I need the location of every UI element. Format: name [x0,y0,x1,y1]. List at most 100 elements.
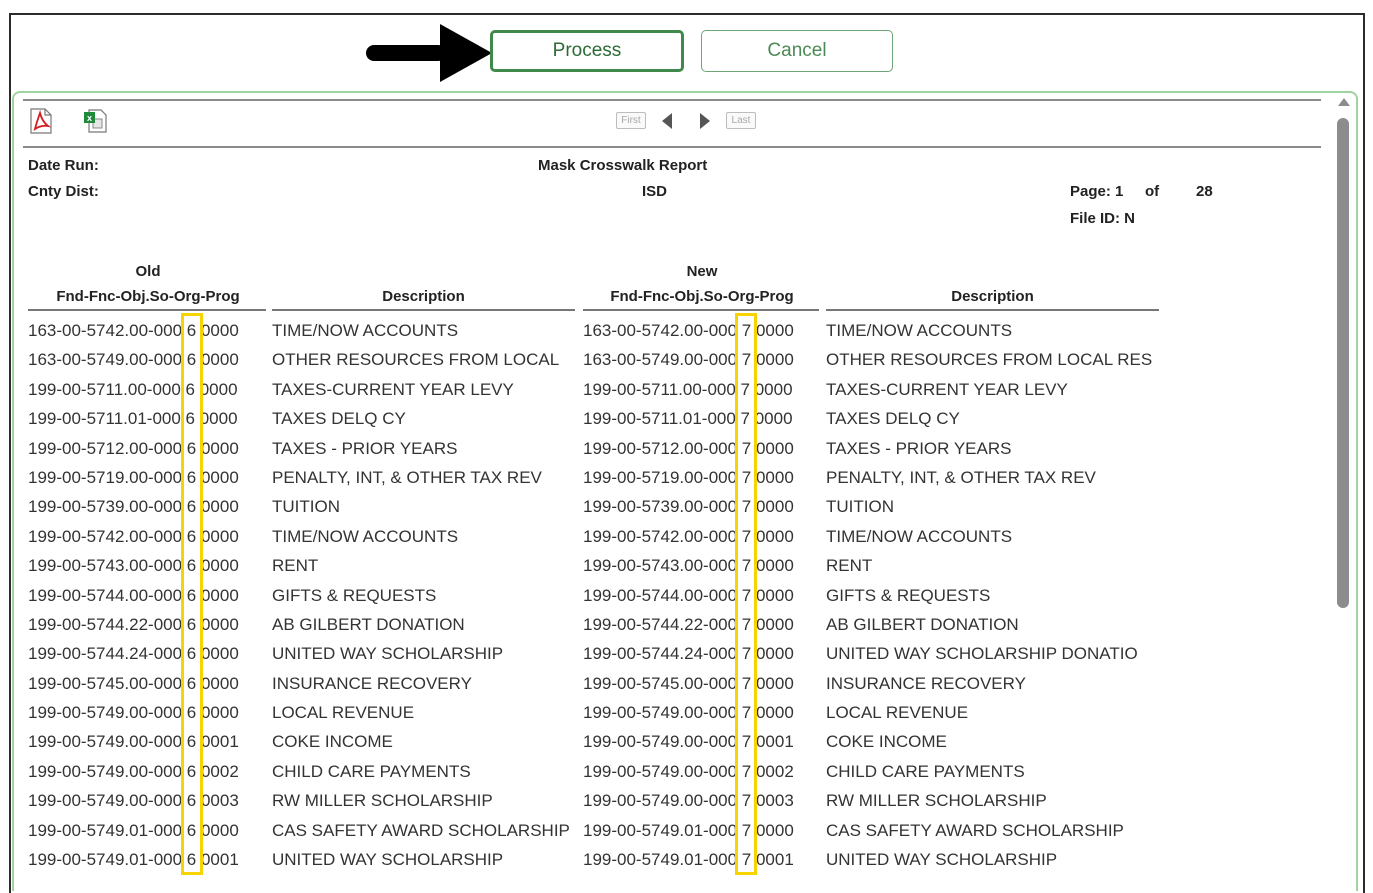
new-account-cell: 199-00-5739.00-000 7 0000 [583,497,794,517]
new-description-cell: TIME/NOW ACCOUNTS [826,526,1013,546]
old-account-cell: 199-00-5739.00-000 6 0000 [28,497,239,517]
old-description-cell: AB GILBERT DONATION [272,614,465,634]
new-description-cell: TAXES-CURRENT YEAR LEVY [826,379,1068,399]
col-old-underline [28,309,266,311]
old-description-cell: CAS SAFETY AWARD SCHOLARSHIP [272,820,570,840]
old-description-cell: RENT [272,556,319,576]
new-account-cell: 163-00-5749.00-000 7 0000 [583,350,794,370]
new-description-cell: UNITED WAY SCHOLARSHIP [826,850,1058,870]
old-account-cell: 199-00-5711.00-000 6 0000 [28,379,238,399]
old-account-cell: 199-00-5743.00-000 6 0000 [28,556,239,576]
report-title: Mask Crosswalk Report [538,157,708,174]
excel-icon[interactable]: x [82,108,108,134]
scrollbar-thumb[interactable] [1337,118,1349,608]
new-description-cell: TUITION [826,497,894,517]
pointer-arrow-icon [366,24,492,82]
old-description-cell: TUITION [272,497,340,517]
old-description-cell: PENALTY, INT, & OTHER TAX REV [272,467,542,487]
old-description-cell: TIME/NOW ACCOUNTS [272,321,459,340]
new-description-cell: OTHER RESOURCES FROM LOCAL RES [826,350,1153,370]
new-account-cell: 199-00-5712.00-000 7 0000 [583,438,794,458]
old-account-cell: 199-00-5744.22-000 6 0000 [28,614,239,634]
old-account-cell: 163-00-5749.00-000 6 0000 [28,350,239,370]
new-description-cell: TAXES DELQ CY [826,409,960,429]
old-account-cell: 199-00-5749.00-000 6 0000 [28,703,239,723]
new-account-cell: 199-00-5745.00-000 7 0000 [583,673,794,693]
new-account-cell: 199-00-5743.00-000 7 0000 [583,556,794,576]
new-account-cell: 163-00-5742.00-000 7 0000 [583,321,794,340]
new-account-cell: 199-00-5744.22-000 7 0000 [583,614,794,634]
old-account-cell: 199-00-5749.00-000 6 0001 [28,732,239,752]
old-account-cell: 199-00-5711.01-000 6 0000 [28,409,238,429]
new-mask-digit-highlight [735,313,757,875]
old-description-cell: UNITED WAY SCHOLARSHIP [272,644,504,664]
col-desc2-underline [826,309,1159,311]
col-new-header: Fnd-Fnc-Obj.So-Org-Prog [610,288,794,305]
old-account-cell: 199-00-5749.00-000 6 0002 [28,761,239,781]
new-description-cell: CAS SAFETY AWARD SCHOLARSHIP [826,820,1124,840]
new-description-cell: LOCAL REVENUE [826,703,969,723]
date-run-label: Date Run: [28,157,99,174]
old-description-cell: TAXES DELQ CY [272,409,406,429]
first-page-button[interactable]: First [616,112,646,129]
old-description-cell: COKE INCOME [272,732,393,752]
cnty-dist-label: Cnty Dist: [28,183,99,200]
cancel-button[interactable]: Cancel [701,30,893,72]
old-description-cell: TIME/NOW ACCOUNTS [272,526,459,546]
col-new-top: New [686,263,718,280]
old-account-cell: 163-00-5742.00-000 6 0000 [28,321,239,340]
new-description-cell: RW MILLER SCHOLARSHIP [826,791,1047,811]
col-desc1-underline [272,309,575,311]
col-old-header: Fnd-Fnc-Obj.So-Org-Prog [56,288,240,305]
new-account-cell: 199-00-5749.01-000 7 0000 [583,820,794,840]
page-label: Page: 1 [1070,183,1124,200]
col-old-top: Old [135,263,161,280]
new-account-cell: 199-00-5749.00-000 7 0003 [583,791,794,811]
old-description-cell: TAXES-CURRENT YEAR LEVY [272,379,514,399]
old-account-cell: 199-00-5744.24-000 6 0000 [28,644,239,664]
new-account-cell: 199-00-5749.00-000 7 0002 [583,761,794,781]
old-account-cell: 199-00-5712.00-000 6 0000 [28,438,239,458]
new-description-cell: TAXES - PRIOR YEARS [826,438,1012,458]
toolbar-bottom-divider [23,146,1321,148]
old-description-cell: LOCAL REVENUE [272,703,415,723]
new-account-cell: 199-00-5744.00-000 7 0000 [583,585,794,605]
new-account-cell: 199-00-5749.00-000 7 0001 [583,732,794,752]
new-description-cell: CHILD CARE PAYMENTS [826,761,1025,781]
prev-page-icon[interactable] [662,113,672,129]
total-pages: 28 [1196,183,1213,200]
process-button[interactable]: Process [490,30,684,72]
scroll-up-icon[interactable] [1338,98,1350,106]
col-new-underline [583,309,819,311]
old-description-cell: RW MILLER SCHOLARSHIP [272,791,493,811]
new-account-cell: 199-00-5711.01-000 7 0000 [583,409,793,429]
old-account-cell: 199-00-5742.00-000 6 0000 [28,526,239,546]
file-id: File ID: N [1070,210,1136,227]
new-description-cell: UNITED WAY SCHOLARSHIP DONATIO [826,644,1138,664]
old-description-cell: GIFTS & REQUESTS [272,585,437,605]
new-account-cell: 199-00-5711.00-000 7 0000 [583,379,793,399]
svg-text:x: x [87,113,92,123]
new-description-cell: GIFTS & REQUESTS [826,585,991,605]
old-description-cell: UNITED WAY SCHOLARSHIP [272,850,504,870]
toolbar-top-divider [23,99,1321,101]
old-account-cell: 199-00-5719.00-000 6 0000 [28,467,239,487]
new-account-cell: 199-00-5749.01-000 7 0001 [583,850,794,870]
new-account-cell: 199-00-5719.00-000 7 0000 [583,467,794,487]
pdf-icon[interactable] [28,108,54,134]
new-description-cell: PENALTY, INT, & OTHER TAX REV [826,467,1096,487]
old-account-cell: 199-00-5749.00-000 6 0003 [28,791,239,811]
new-description-cell: INSURANCE RECOVERY [826,673,1026,693]
old-description-cell: OTHER RESOURCES FROM LOCAL [272,350,560,370]
new-account-cell: 199-00-5744.24-000 7 0000 [583,644,794,664]
of-label: of [1145,183,1160,200]
report-subtitle: ISD [642,183,668,200]
next-page-icon[interactable] [700,113,710,129]
new-description-cell: RENT [826,556,873,576]
new-description-cell: COKE INCOME [826,732,947,752]
old-account-cell: 199-00-5745.00-000 6 0000 [28,673,239,693]
last-page-button[interactable]: Last [726,112,756,129]
old-account-cell: 199-00-5744.00-000 6 0000 [28,585,239,605]
new-account-cell: 199-00-5742.00-000 7 0000 [583,526,794,546]
new-description-cell: TIME/NOW ACCOUNTS [826,321,1013,340]
